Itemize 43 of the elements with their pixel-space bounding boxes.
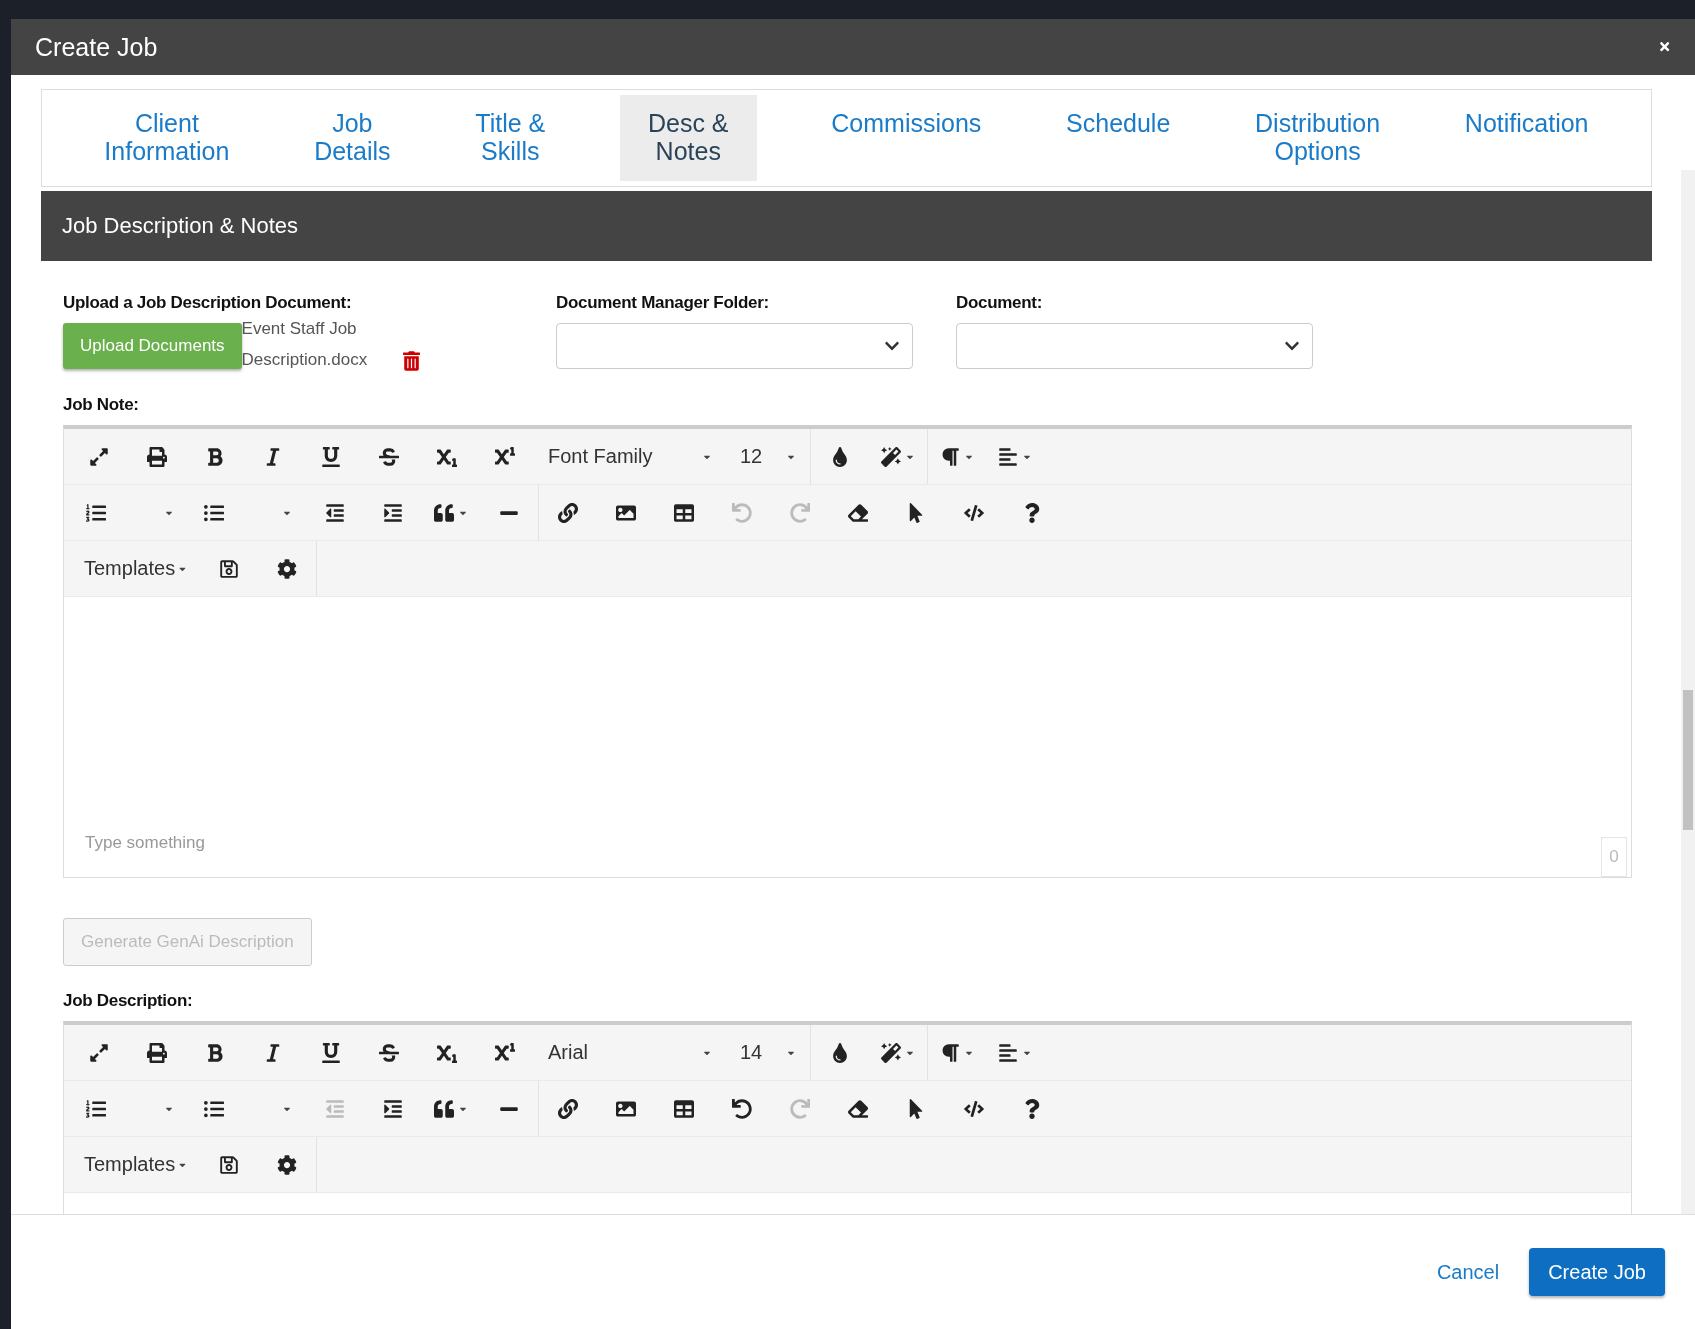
tab[interactable]: Commissions <box>821 95 992 181</box>
editor-placeholder: Type something <box>85 833 205 853</box>
ordered-list-icon <box>86 502 106 523</box>
align-left-icon <box>998 1042 1018 1063</box>
tab[interactable]: Notification <box>1454 95 1599 181</box>
tab[interactable]: Distribution Options <box>1245 95 1391 181</box>
field-label: Job Note: <box>63 395 140 415</box>
scrollbar[interactable] <box>1681 170 1695 1214</box>
section-title: Job Description & Notes <box>62 213 298 239</box>
magic-wand-icon <box>881 446 901 467</box>
trash-icon[interactable] <box>402 351 420 371</box>
quote-icon <box>434 502 454 523</box>
templates-dropdown[interactable]: Templates <box>70 541 200 596</box>
field-label: Job Description: <box>63 991 194 1011</box>
field-label: Document Manager Folder: <box>556 293 770 313</box>
magic-wand-icon <box>881 1042 901 1063</box>
file-name: Event Staff Job Description.docx <box>241 318 369 371</box>
tab[interactable]: Title & Skills <box>465 95 556 181</box>
field-label: Document: <box>956 293 1044 313</box>
bullet-list-icon <box>204 1098 224 1119</box>
tab[interactable]: Job Details <box>304 95 401 181</box>
create-job-button[interactable]: Create Job <box>1529 1248 1665 1296</box>
font-family-dropdown[interactable]: Arial <box>534 1025 726 1080</box>
font-family-dropdown[interactable]: Font Family <box>534 429 726 484</box>
tab[interactable]: Client Information <box>94 95 240 181</box>
align-left-icon <box>998 446 1018 467</box>
templates-dropdown[interactable]: Templates <box>70 1137 200 1192</box>
window-title: Create Job <box>35 32 158 62</box>
tab[interactable]: Schedule <box>1056 95 1181 181</box>
rich-text-editor[interactable]: Arial 14 Templates <box>63 1021 1632 1214</box>
font-size-dropdown[interactable]: 12 <box>726 429 810 484</box>
field-label: Upload a Job Description Document: <box>63 293 353 313</box>
ordered-list-icon <box>86 1098 106 1119</box>
rich-text-editor[interactable]: Font Family 12 Templates Type something 0 <box>63 425 1632 878</box>
paragraph-icon <box>940 1042 960 1063</box>
quote-icon <box>434 1098 454 1119</box>
font-size-dropdown[interactable]: 14 <box>726 1025 810 1080</box>
upload-button[interactable]: Upload Documents <box>63 323 242 369</box>
tab[interactable]: Desc & Notes <box>619 95 757 181</box>
cancel-link[interactable]: Cancel <box>1436 1260 1500 1284</box>
paragraph-icon <box>940 446 960 467</box>
character-count: 0 <box>1601 837 1627 877</box>
bullet-list-icon <box>204 502 224 523</box>
